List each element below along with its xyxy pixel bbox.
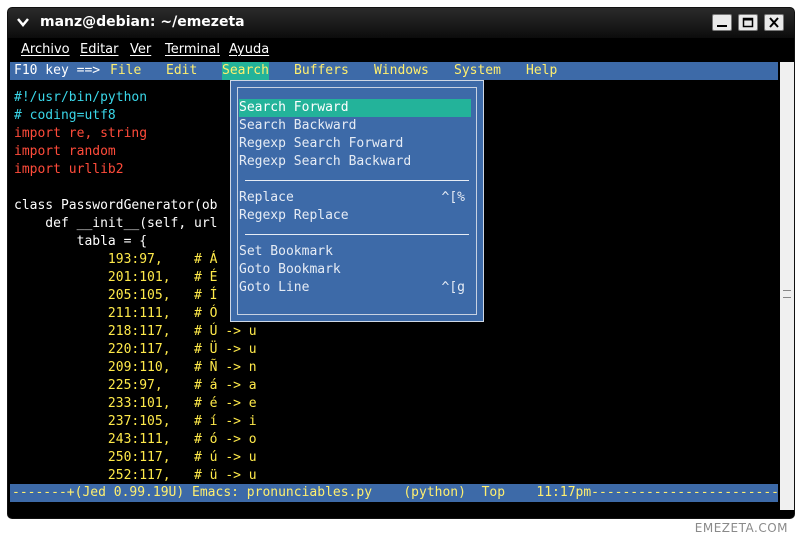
modeline-text: -------+(Jed 0.99.19U) Emacs: pronunciab… (12, 485, 794, 500)
shortcut-replace: ^[% (441, 190, 465, 205)
menu-item-regexp-replace[interactable]: Regexp Replace (239, 207, 471, 225)
jed-menubar: F10 key ==> File Edit Search Buffers Win… (10, 62, 778, 80)
jed-menu-search[interactable]: Search (222, 62, 269, 80)
jed-menu-system[interactable]: System (454, 62, 501, 80)
code-line: # coding=utf8 (14, 108, 116, 123)
menu-archivo[interactable]: Archivo (21, 42, 70, 57)
maximize-button[interactable] (738, 14, 758, 31)
code-line: #!/usr/bin/python (14, 90, 148, 105)
menu-separator (245, 234, 469, 235)
close-button[interactable] (764, 14, 784, 31)
watermark: EMEZETA.COM (694, 521, 788, 535)
code-line: import random (14, 144, 116, 159)
menu-item-set-bookmark[interactable]: Set Bookmark (239, 243, 471, 261)
menu-item-goto-bookmark[interactable]: Goto Bookmark (239, 261, 471, 279)
menu-item-goto-line[interactable]: Goto Line ^[g (239, 279, 471, 297)
scrollbar[interactable] (780, 62, 794, 510)
jed-menu-help[interactable]: Help (526, 62, 557, 80)
code-line: 218:117, # Ú -> u (14, 324, 257, 339)
menu-ayuda[interactable]: Ayuda (229, 42, 269, 57)
minimize-button[interactable] (712, 14, 732, 31)
code-line: 225:97, # á -> a (14, 378, 257, 393)
terminal-window: manz@debian: ~/emezeta Archivo Editar Ve… (8, 8, 794, 518)
code-line: 252:117, # ü -> u (14, 468, 257, 483)
window-menu-icon[interactable] (16, 15, 30, 29)
menu-separator (245, 180, 469, 181)
jed-menu-prefix: F10 key ==> (14, 63, 101, 78)
menu-ver[interactable]: Ver (130, 42, 151, 57)
jed-menu-windows[interactable]: Windows (374, 62, 429, 80)
menu-editar[interactable]: Editar (80, 42, 119, 57)
minimize-icon (717, 25, 727, 27)
code-line: 205:105, # Í (14, 288, 218, 303)
jed-menu-file[interactable]: File (110, 62, 141, 80)
shortcut-goto-line: ^[g (441, 280, 465, 295)
code-line: 193:97, # Á (14, 252, 218, 267)
code-line: 211:111, # Ó (14, 306, 218, 321)
code-line: 237:105, # í -> i (14, 414, 257, 429)
status-modeline: -------+(Jed 0.99.19U) Emacs: pronunciab… (10, 484, 794, 502)
code-line: 243:111, # ó -> o (14, 432, 257, 447)
title-bar[interactable]: manz@debian: ~/emezeta (8, 8, 794, 38)
menu-item-search-backward[interactable]: Search Backward (239, 117, 471, 135)
search-dropdown: Search Forward Search Backward Regexp Se… (230, 80, 484, 322)
menu-item-regexp-search-forward[interactable]: Regexp Search Forward (239, 135, 471, 153)
code-line: def __init__(self, url (14, 216, 218, 231)
terminal-menubar: Archivo Editar Ver Terminal Ayuda (8, 38, 794, 62)
code-line: 250:117, # ú -> u (14, 450, 257, 465)
code-line: class PasswordGenerator(ob (14, 198, 218, 213)
maximize-icon (742, 17, 754, 28)
menu-item-replace[interactable]: Replace ^[% (239, 189, 471, 207)
code-line: 209:110, # Ñ -> n (14, 360, 257, 375)
code-line: import re, string (14, 126, 148, 141)
window-title: manz@debian: ~/emezeta (40, 14, 245, 30)
code-line: 233:101, # é -> e (14, 396, 257, 411)
jed-menu-buffers[interactable]: Buffers (294, 62, 349, 80)
scrollbar-grip[interactable] (783, 290, 791, 298)
close-icon (769, 17, 779, 28)
menu-terminal[interactable]: Terminal (165, 42, 220, 57)
code-line: import urllib2 (14, 162, 124, 177)
code-line: tabla = { (14, 234, 148, 249)
code-line: 220:117, # Ü -> u (14, 342, 257, 357)
code-line: 201:101, # É (14, 270, 218, 285)
menu-item-search-forward[interactable]: Search Forward (239, 99, 471, 117)
menu-item-regexp-search-backward[interactable]: Regexp Search Backward (239, 153, 471, 171)
jed-menu-edit[interactable]: Edit (166, 62, 197, 80)
